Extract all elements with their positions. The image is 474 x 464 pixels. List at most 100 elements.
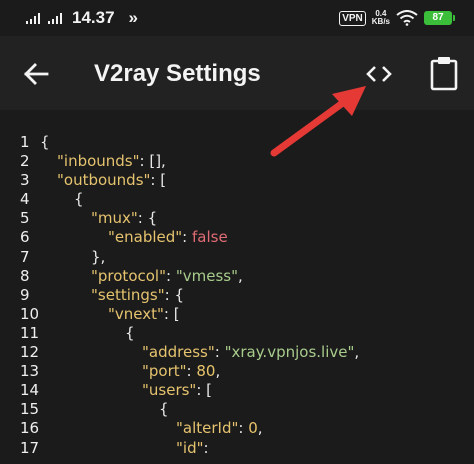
- vpn-badge: VPN: [339, 10, 366, 26]
- code-token: "outbounds": [57, 171, 151, 190]
- code-token: ,: [215, 362, 221, 381]
- page-title: V2ray Settings: [94, 60, 261, 87]
- code-text: "vnext": [: [108, 305, 180, 324]
- code-token: 80: [196, 362, 216, 381]
- code-token: {: [159, 400, 169, 419]
- line-number: 17: [20, 438, 40, 457]
- code-line: 6 "enabled": false: [0, 228, 474, 247]
- code-text: "settings": {: [91, 286, 184, 305]
- code-token: "settings": [91, 285, 165, 304]
- code-token: : [: [196, 381, 213, 400]
- code-line: 8 "protocol": "vmess",: [0, 267, 474, 286]
- annotation-arrow: [270, 86, 366, 157]
- code-text: "enabled": false: [108, 228, 228, 247]
- code-text: },: [91, 248, 105, 267]
- code-text: "alterId": 0,: [176, 419, 263, 438]
- code-token: "enabled": [108, 228, 183, 247]
- code-line: 3 "outbounds": [: [0, 171, 474, 190]
- code-line: 13 "port": 80,: [0, 362, 474, 381]
- clock: 14.37: [72, 8, 115, 27]
- code-text: "id":: [176, 439, 209, 458]
- code-token: : [: [163, 304, 180, 323]
- status-bar: 14.37 » VPN 0.4 KB/s 87: [0, 0, 474, 36]
- line-number: 8: [20, 266, 30, 285]
- code-line: 12 "address": "xray.vpnjos.live",: [0, 343, 474, 362]
- code-text: "outbounds": [: [57, 171, 166, 190]
- code-token: :: [182, 228, 192, 247]
- json-code-view[interactable]: 1{2 "inbounds": [], 3 "outbounds": [4{5 "mux…: [0, 133, 474, 458]
- code-text: "port": 80,: [142, 362, 220, 381]
- code-token: 0: [248, 419, 258, 438]
- signal-icon: [48, 12, 62, 24]
- code-line: 16 "alterId": 0,: [0, 419, 474, 438]
- code-token: ,: [237, 266, 243, 285]
- code-line: 2 "inbounds": [],: [0, 152, 474, 171]
- code-token: "port": [142, 362, 187, 381]
- arrow-left-icon[interactable]: [22, 60, 50, 88]
- code-line: 1{: [0, 133, 474, 152]
- line-number: 4: [20, 190, 30, 209]
- code-token: "vnext": [108, 304, 164, 323]
- code-line: 9 "settings": {: [0, 286, 474, 305]
- code-line: 10 "vnext": [: [0, 305, 474, 324]
- code-token: :: [186, 362, 197, 381]
- code-token: false: [192, 228, 228, 247]
- app-bar: V2ray Settings: [0, 36, 474, 110]
- code-text: {: [74, 190, 84, 209]
- line-number: 13: [20, 362, 40, 381]
- code-line: 15 {: [0, 400, 474, 419]
- code-text: {: [159, 400, 169, 419]
- net-speed: 0.4 KB/s: [372, 10, 390, 26]
- overflow-icon: »: [128, 8, 139, 27]
- line-number: 1: [20, 133, 30, 151]
- status-left: 14.37 »: [26, 8, 139, 28]
- wifi-icon: [396, 10, 418, 26]
- line-number: 15: [20, 400, 40, 419]
- code-token: "alterId": [176, 419, 239, 438]
- code-text: "protocol": "vmess",: [91, 267, 243, 286]
- clipboard-icon[interactable]: [429, 55, 459, 91]
- code-token: "inbounds": [57, 152, 140, 171]
- line-number: 9: [20, 285, 30, 304]
- code-token: : [],: [139, 152, 166, 171]
- line-number: 2: [20, 152, 30, 171]
- line-number: 14: [20, 381, 40, 400]
- code-line: 7},: [0, 248, 474, 267]
- signal-icon: [26, 12, 40, 24]
- code-token: : {: [137, 209, 158, 228]
- code-token: "users": [142, 381, 197, 400]
- code-token: "vmess": [175, 266, 238, 285]
- code-token: {: [40, 133, 50, 151]
- line-number: 7: [20, 247, 30, 266]
- code-token: ,: [257, 419, 263, 438]
- code-text: "mux": {: [91, 209, 157, 228]
- code-token: : {: [164, 285, 184, 304]
- line-number: 16: [20, 419, 40, 438]
- line-number: 3: [20, 171, 30, 190]
- code-token: "id": [176, 438, 204, 457]
- code-token: :: [238, 419, 249, 438]
- code-line: 14 "users": [: [0, 381, 474, 400]
- code-token: : [: [150, 171, 167, 190]
- line-number: 11: [20, 323, 40, 342]
- code-text: {: [40, 133, 50, 152]
- code-line: 5 "mux": {: [0, 209, 474, 228]
- code-token: :: [203, 438, 209, 457]
- code-line: 4{: [0, 190, 474, 209]
- code-token: "mux": [91, 209, 138, 228]
- code-token: {: [74, 190, 84, 209]
- code-token: ,: [354, 343, 360, 362]
- code-token: },: [91, 247, 106, 266]
- net-speed-unit: KB/s: [371, 17, 390, 26]
- code-token: :: [166, 266, 176, 285]
- code-token: {: [125, 323, 135, 342]
- line-number: 10: [20, 304, 40, 323]
- code-token: "xray.vpnjos.live": [224, 343, 355, 362]
- battery-icon: 87: [424, 11, 455, 25]
- code-text: "inbounds": [],: [57, 152, 166, 171]
- line-number: 6: [20, 228, 30, 247]
- code-token: :: [214, 343, 225, 362]
- code-line: 17 "id":: [0, 439, 474, 458]
- code-token: "protocol": [91, 266, 166, 285]
- status-right: VPN 0.4 KB/s 87: [339, 8, 455, 28]
